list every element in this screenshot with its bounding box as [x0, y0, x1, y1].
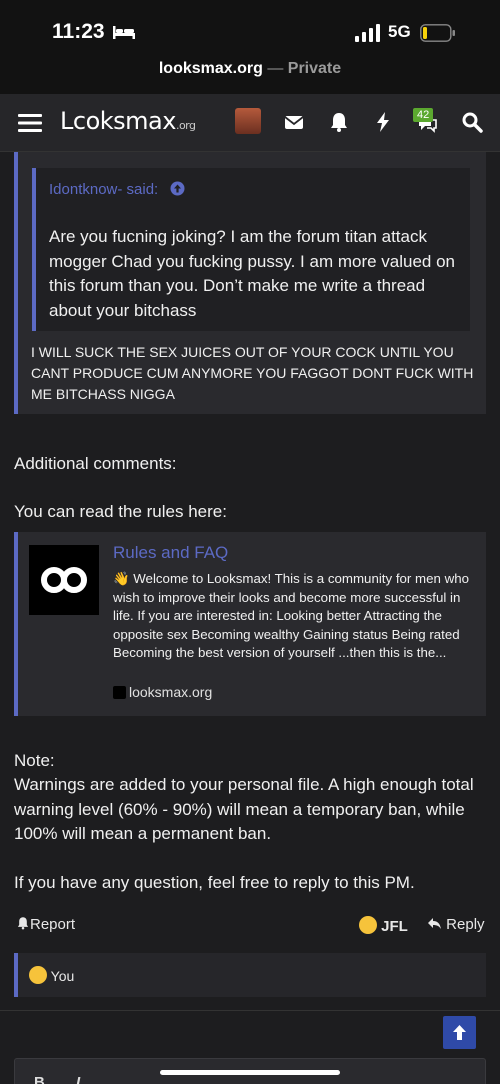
arrow-up-icon	[453, 1025, 466, 1040]
link-preview-site: looksmax.org	[113, 684, 212, 700]
cellular-signal-icon	[355, 24, 380, 42]
reply-label: Reply	[446, 916, 485, 933]
bell-icon[interactable]	[328, 111, 350, 133]
additional-comments-label: Additional comments:	[14, 454, 177, 473]
quote-outer-text: I WILL SUCK THE SEX JUICES OUT OF YOUR C…	[31, 344, 474, 402]
report-label: Report	[30, 916, 76, 933]
envelope-icon[interactable]	[283, 111, 305, 133]
scroll-to-top-button[interactable]	[443, 1016, 476, 1049]
notification-badge: 42	[413, 108, 434, 122]
url-domain: looksmax.org	[158, 60, 263, 77]
jfl-reaction-button[interactable]: JFL	[359, 916, 408, 935]
report-button[interactable]: Report	[16, 916, 75, 933]
bell-icon	[17, 917, 29, 930]
link-preview-description: 👋 Welcome to Looksmax! This is a communi…	[113, 571, 469, 660]
divider	[0, 1010, 500, 1011]
laughing-emoji-icon	[359, 916, 377, 934]
jfl-label: JFL	[381, 918, 408, 935]
reaction-list[interactable]: You	[29, 966, 74, 984]
favicon-icon	[113, 686, 126, 699]
menu-icon[interactable]	[18, 111, 42, 135]
status-time: 11:23	[52, 20, 105, 43]
quote-author[interactable]: Idontknow- said:	[49, 181, 158, 198]
logo-suffix: .org	[175, 119, 196, 132]
reactions-bar[interactable]	[14, 953, 486, 997]
closing-text: If you have any question, feel free to r…	[14, 873, 415, 892]
address-bar[interactable]: looksmax.org — Private	[0, 60, 500, 78]
lightning-icon[interactable]	[372, 111, 394, 133]
search-icon[interactable]	[461, 111, 483, 133]
note-text: Warnings are added to your personal file…	[14, 775, 474, 843]
link-preview-title[interactable]: Rules and FAQ	[113, 543, 228, 563]
quote-inner-text: Are you fucning joking? I am the forum t…	[49, 227, 456, 320]
site-logo-icon	[29, 545, 99, 615]
rules-intro: You can read the rules here:	[14, 502, 227, 521]
avatar[interactable]	[235, 108, 261, 134]
battery-icon	[420, 24, 455, 42]
laughing-emoji-icon	[29, 966, 47, 984]
sleep-focus-icon	[113, 26, 135, 39]
reaction-user-label: You	[50, 968, 75, 984]
bold-button[interactable]: B	[34, 1074, 45, 1084]
status-bar: 11:23 5G looksmax.org — Private	[0, 0, 500, 94]
note-title: Note:	[14, 751, 55, 770]
site-header: Lcoksmax.org	[0, 94, 500, 152]
site-logo[interactable]: Lcoksmax.org	[60, 107, 196, 135]
url-separator: —	[267, 60, 284, 77]
network-type: 5G	[388, 22, 411, 41]
italic-button[interactable]: I	[76, 1074, 80, 1084]
logo-text: Lcoksmax	[60, 107, 176, 135]
browsing-mode: Private	[287, 60, 342, 77]
home-indicator	[160, 1070, 340, 1075]
reply-button[interactable]: Reply	[427, 916, 485, 933]
arrow-up-circle-icon[interactable]	[170, 181, 185, 196]
link-preview-domain: looksmax.org	[129, 684, 213, 700]
reply-arrow-icon	[428, 918, 441, 929]
